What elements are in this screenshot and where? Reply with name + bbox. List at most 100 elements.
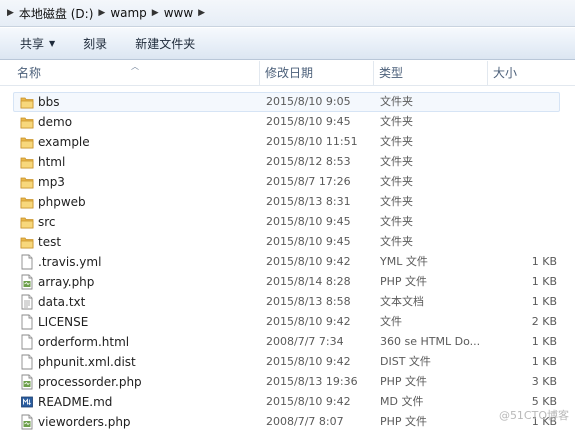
file-date: 2015/8/13 19:36 <box>266 375 358 388</box>
column-header-size[interactable]: 大小 <box>487 61 575 85</box>
file-type: 文件夹 <box>380 115 413 128</box>
file-type: 文件夹 <box>380 155 413 168</box>
folder-icon <box>20 94 34 110</box>
share-button[interactable]: 共享 ▼ <box>20 35 55 52</box>
markdown-file-icon <box>20 394 34 410</box>
file-size: 1 KB <box>531 295 557 308</box>
file-name: test <box>38 235 62 249</box>
file-name: example <box>38 135 90 149</box>
file-row[interactable]: example 2015/8/10 11:51 文件夹 <box>0 132 575 152</box>
file-name: orderform.html <box>38 335 130 349</box>
chevron-right-icon[interactable]: ▶ <box>198 8 205 18</box>
file-type: 文件夹 <box>380 175 413 188</box>
file-type: MD 文件 <box>380 395 424 408</box>
file-row[interactable]: array.php 2015/8/14 8:28 PHP 文件 1 KB <box>0 272 575 292</box>
file-name: phpweb <box>38 195 86 209</box>
php-file-icon <box>20 274 34 290</box>
file-date: 2015/8/10 9:42 <box>266 395 351 408</box>
file-date: 2015/8/10 9:45 <box>266 215 351 228</box>
breadcrumb-wamp[interactable]: wamp <box>110 6 146 20</box>
file-date: 2015/8/10 9:42 <box>266 255 351 268</box>
file-row[interactable]: demo 2015/8/10 9:45 文件夹 <box>0 112 575 132</box>
php-file-icon <box>20 414 34 430</box>
file-row[interactable]: phpunit.xml.dist 2015/8/10 9:42 DIST 文件 1 K… <box>0 352 575 372</box>
php-file-icon <box>20 374 34 390</box>
chevron-right-icon[interactable]: ▶ <box>152 8 159 18</box>
file-name: phpunit.xml.dist <box>38 355 136 369</box>
file-date: 2015/8/13 8:58 <box>266 295 351 308</box>
file-row[interactable]: src 2015/8/10 9:45 文件夹 <box>0 212 575 232</box>
file-row[interactable]: html 2015/8/12 8:53 文件夹 <box>0 152 575 172</box>
file-row[interactable]: orderform.html 2008/7/7 7:34 360 se HTML D… <box>0 332 575 352</box>
file-type: 文件夹 <box>380 195 413 208</box>
file-row[interactable]: processorder.php 2015/8/13 19:36 PHP 文件 3 K… <box>0 372 575 392</box>
document-icon <box>20 334 34 350</box>
file-size: 3 KB <box>531 375 557 388</box>
file-type: 文件夹 <box>380 135 413 148</box>
file-row[interactable]: LICENSE 2015/8/10 9:42 文件 2 KB <box>0 312 575 332</box>
column-header-name[interactable]: 名称 <box>12 61 259 85</box>
new-folder-button[interactable]: 新建文件夹 <box>135 35 195 52</box>
file-date: 2015/8/10 9:42 <box>266 315 351 328</box>
file-name: vieworders.php <box>38 415 131 429</box>
new-folder-label: 新建文件夹 <box>135 37 196 51</box>
folder-icon <box>20 134 34 150</box>
file-type: 文件夹 <box>380 95 413 108</box>
file-type: PHP 文件 <box>380 415 428 428</box>
file-size: 1 KB <box>531 255 557 268</box>
file-type: 360 se HTML Do... <box>380 335 481 348</box>
column-header-date[interactable]: 修改日期 <box>259 61 373 85</box>
file-row[interactable]: bbs 2015/8/10 9:05 文件夹 <box>0 92 575 112</box>
file-row[interactable]: test 2015/8/10 9:45 文件夹 <box>0 232 575 252</box>
file-name: data.txt <box>38 295 86 309</box>
folder-icon <box>20 174 34 190</box>
command-toolbar: 共享 ▼ 刻录 新建文件夹 <box>0 28 575 60</box>
file-name: demo <box>38 115 73 129</box>
file-type: YML 文件 <box>380 255 428 268</box>
file-name: LICENSE <box>38 315 89 329</box>
folder-icon <box>20 194 34 210</box>
file-date: 2015/8/10 9:45 <box>266 235 351 248</box>
file-date: 2015/8/7 17:26 <box>266 175 351 188</box>
file-date: 2015/8/14 8:28 <box>266 275 351 288</box>
burn-button[interactable]: 刻录 <box>83 35 107 52</box>
watermark: @51CTO博客 <box>498 409 569 422</box>
file-row[interactable]: data.txt 2015/8/13 8:58 文本文档 1 KB <box>0 292 575 312</box>
file-name: README.md <box>38 395 113 409</box>
file-row[interactable]: README.md 2015/8/10 9:42 MD 文件 5 KB <box>0 392 575 412</box>
file-date: 2015/8/12 8:53 <box>266 155 351 168</box>
file-row[interactable]: mp3 2015/8/7 17:26 文件夹 <box>0 172 575 192</box>
file-size: 2 KB <box>531 315 557 328</box>
file-name: mp3 <box>38 175 65 189</box>
file-size: 1 KB <box>531 275 557 288</box>
file-type: 文件夹 <box>380 235 413 248</box>
file-type: 文件夹 <box>380 215 413 228</box>
document-icon <box>20 354 34 370</box>
file-size: 1 KB <box>531 335 557 348</box>
burn-label: 刻录 <box>83 37 108 51</box>
folder-icon <box>20 154 34 170</box>
file-name: html <box>38 155 66 169</box>
file-row[interactable]: vieworders.php 2008/7/7 8:07 PHP 文件 1 KB <box>0 412 575 432</box>
file-type: DIST 文件 <box>380 355 431 368</box>
breadcrumb-www[interactable]: www <box>164 6 193 20</box>
file-name: processorder.php <box>38 375 142 389</box>
chevron-right-icon[interactable]: ▶ <box>7 8 14 18</box>
chevron-right-icon[interactable]: ▶ <box>98 8 105 18</box>
file-list: bbs 2015/8/10 9:05 文件夹 demo 2015/8/10 9:45 文件… <box>0 92 575 432</box>
file-size: 1 KB <box>531 355 557 368</box>
file-row[interactable]: phpweb 2015/8/13 8:31 文件夹 <box>0 192 575 212</box>
file-name: array.php <box>38 275 95 289</box>
share-label: 共享 <box>20 37 45 51</box>
document-icon <box>20 254 34 270</box>
file-row[interactable]: .travis.yml 2015/8/10 9:42 YML 文件 1 KB <box>0 252 575 272</box>
folder-icon <box>20 234 34 250</box>
breadcrumb-drive[interactable]: 本地磁盘 (D:) <box>19 5 93 22</box>
file-type: 文件 <box>380 315 402 328</box>
document-icon <box>20 314 34 330</box>
address-bar[interactable]: ▶ 本地磁盘 (D:) ▶ wamp ▶ www ▶ <box>0 0 575 27</box>
file-date: 2015/8/10 11:51 <box>266 135 358 148</box>
column-header-type[interactable]: 类型 <box>373 61 487 85</box>
file-date: 2008/7/7 7:34 <box>266 335 344 348</box>
chevron-down-icon: ▼ <box>49 39 56 48</box>
